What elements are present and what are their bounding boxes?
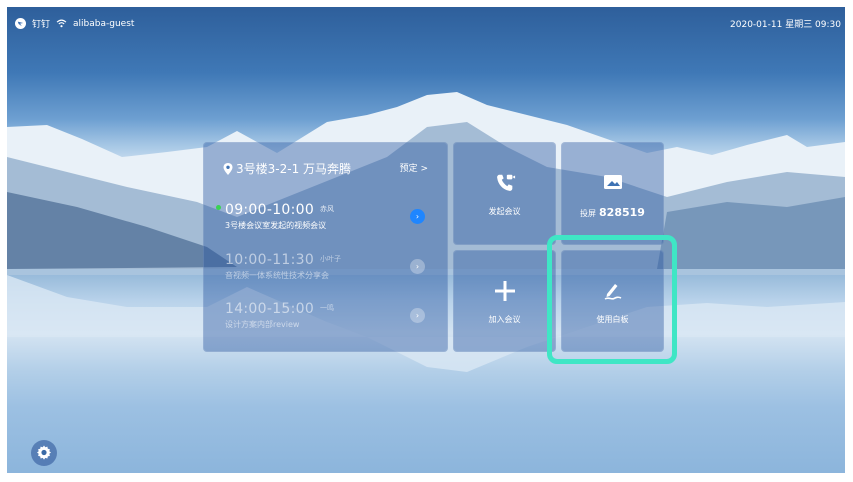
tv-home-screen: 钉钉 alibaba-guest 2020-01-11 星期三 09:30 3号… (7, 7, 845, 473)
wifi-icon (56, 19, 67, 28)
schedule-panel: 3号楼3-2-1 万马奔腾 预定 > 09:00-10:00 赤风 3号楼会议室发… (203, 142, 448, 352)
status-datetime: 2020-01-11 星期三 09:30 (730, 20, 841, 30)
start-meeting-label: 发起会议 (488, 207, 521, 216)
focus-highlight-frame (547, 235, 677, 364)
meeting-time: 14:00-15:00 (225, 301, 315, 317)
dingtalk-logo-icon (15, 18, 26, 29)
book-room-link[interactable]: 预定 > (400, 161, 428, 174)
phone-video-icon (494, 172, 516, 194)
room-name: 3号楼3-2-1 万马奔腾 (236, 162, 352, 176)
screen-cast-info: 投屏 828519 (561, 206, 664, 219)
meeting-time: 10:00-11:30 (225, 252, 315, 268)
meeting-item[interactable]: 09:00-10:00 赤风 3号楼会议室发起的视频会议 (216, 199, 425, 231)
meeting-title: 设计方案内部review (225, 320, 300, 329)
plus-icon (494, 281, 515, 301)
screen-cast-tile[interactable]: 投屏 828519 (561, 142, 664, 245)
meeting-item[interactable]: 14:00-15:00 一鸣 设计方案内部review (225, 298, 425, 330)
meeting-time: 09:00-10:00 (225, 202, 315, 218)
meeting-arrow-icon[interactable]: › (410, 259, 425, 274)
meeting-title: 音视频一体系统性技术分享会 (225, 271, 329, 280)
settings-button[interactable] (31, 440, 57, 466)
gear-icon (37, 445, 51, 460)
screen-cast-icon (603, 174, 623, 192)
meeting-arrow-icon[interactable]: › (410, 308, 425, 323)
join-meeting-label: 加入会议 (488, 315, 521, 324)
wifi-name: alibaba-guest (73, 18, 135, 29)
join-meeting-arrow-icon[interactable]: › (410, 209, 425, 224)
screen-cast-label: 投屏 (580, 209, 597, 218)
app-name: 钉钉 (32, 20, 51, 30)
status-bar-left: 钉钉 alibaba-guest (15, 17, 134, 30)
start-meeting-tile[interactable]: 发起会议 (453, 142, 556, 245)
join-meeting-tile[interactable]: 加入会议 (453, 250, 556, 352)
location-pin-icon (223, 162, 233, 175)
active-meeting-dot (216, 205, 221, 210)
meeting-organizer: 小叶子 (320, 255, 342, 263)
meeting-organizer: 赤风 (320, 205, 335, 213)
screen-cast-code: 828519 (599, 206, 645, 219)
meeting-organizer: 一鸣 (320, 304, 335, 312)
meeting-title: 3号楼会议室发起的视频会议 (225, 221, 327, 230)
meeting-item[interactable]: 10:00-11:30 小叶子 音视频一体系统性技术分享会 (225, 249, 425, 281)
room-header: 3号楼3-2-1 万马奔腾 (223, 160, 351, 177)
